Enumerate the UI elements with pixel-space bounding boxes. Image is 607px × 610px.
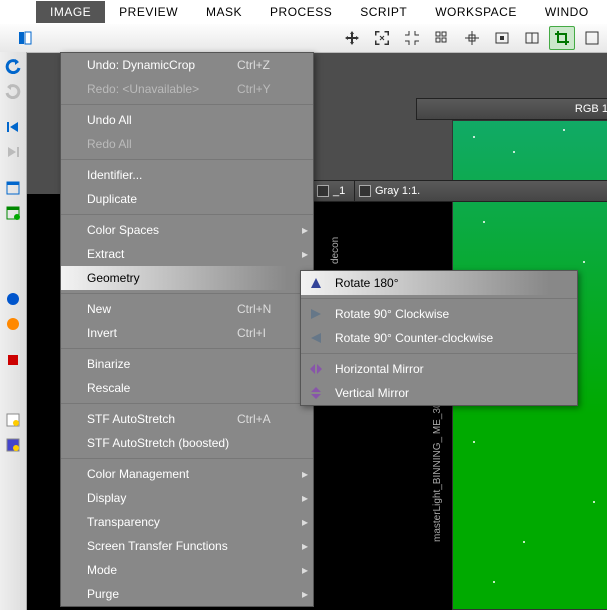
- toolbar-last-icon[interactable]: [579, 26, 605, 50]
- menu-invert[interactable]: InvertCtrl+I: [61, 321, 313, 345]
- menu-color-management[interactable]: Color Management▸: [61, 462, 313, 486]
- skip-forward-icon[interactable]: [2, 141, 24, 163]
- submenu-vertical-mirror[interactable]: Vertical Mirror: [301, 381, 577, 405]
- menu-purge[interactable]: Purge▸: [61, 582, 313, 606]
- gray-window-title[interactable]: Gray 1:1.: [354, 180, 607, 202]
- menu-mode[interactable]: Mode▸: [61, 558, 313, 582]
- grid-icon[interactable]: [429, 26, 455, 50]
- menubar-item-script[interactable]: SCRIPT: [346, 1, 421, 23]
- menu-redo: Redo: <Unavailable>Ctrl+Y: [61, 77, 313, 101]
- menu-undo-all[interactable]: Undo All: [61, 108, 313, 132]
- menu-transparency[interactable]: Transparency▸: [61, 510, 313, 534]
- window-menu-icon[interactable]: [317, 185, 329, 197]
- crop-icon[interactable]: [549, 26, 575, 50]
- menu-new[interactable]: NewCtrl+N: [61, 297, 313, 321]
- menu-undo[interactable]: Undo: DynamicCropCtrl+Z: [61, 53, 313, 77]
- rgb-window-title[interactable]: RGB 1:: [416, 98, 607, 120]
- toolbar: [0, 24, 607, 53]
- menubar-item-window[interactable]: WINDO: [531, 1, 603, 23]
- menubar: IMAGE PREVIEW MASK PROCESS SCRIPT WORKSP…: [0, 0, 607, 25]
- center-icon[interactable]: [459, 26, 485, 50]
- menu-duplicate[interactable]: Duplicate: [61, 187, 313, 211]
- rotate-180-icon: [301, 276, 331, 290]
- submenu-horizontal-mirror[interactable]: Horizontal Mirror: [301, 357, 577, 381]
- horizontal-mirror-icon: [301, 362, 331, 376]
- orange-blob-icon[interactable]: [2, 313, 24, 335]
- rotate-90-ccw-icon: [301, 331, 331, 345]
- left-toolbar: [0, 52, 27, 610]
- stretch-boost-icon[interactable]: [2, 434, 24, 456]
- redo-icon[interactable]: [2, 80, 24, 102]
- toolbar-workspace-icon[interactable]: [12, 26, 38, 50]
- menu-geometry[interactable]: Geometry▸: [61, 266, 313, 290]
- panel-green-icon[interactable]: [2, 202, 24, 224]
- undo-icon[interactable]: [2, 55, 24, 77]
- red-square-icon[interactable]: [2, 349, 24, 371]
- geometry-submenu: Rotate 180° Rotate 90° Clockwise Rotate …: [300, 270, 578, 406]
- rotate-90-cw-icon: [301, 307, 331, 321]
- under-window-title-text: _1: [333, 185, 345, 197]
- menu-screen-transfer-functions[interactable]: Screen Transfer Functions▸: [61, 534, 313, 558]
- under-window-title[interactable]: _1: [312, 180, 356, 202]
- blue-blob-icon[interactable]: [2, 288, 24, 310]
- menubar-item-preview[interactable]: PREVIEW: [105, 1, 192, 23]
- menubar-item-workspace[interactable]: WORKSPACE: [421, 1, 531, 23]
- move-icon[interactable]: [339, 26, 365, 50]
- panel-blue-icon[interactable]: [2, 177, 24, 199]
- collapse-icon[interactable]: [399, 26, 425, 50]
- menu-identifier[interactable]: Identifier...: [61, 163, 313, 187]
- menu-stf[interactable]: STF AutoStretchCtrl+A: [61, 407, 313, 431]
- menubar-item-process[interactable]: PROCESS: [256, 1, 346, 23]
- window-center-icon[interactable]: [489, 26, 515, 50]
- gray-window-title-text: Gray 1:1.: [375, 185, 420, 197]
- menu-rescale[interactable]: Rescale▸: [61, 376, 313, 400]
- skip-back-icon[interactable]: [2, 116, 24, 138]
- fit-icon[interactable]: [369, 26, 395, 50]
- menu-display[interactable]: Display▸: [61, 486, 313, 510]
- submenu-rotate-180[interactable]: Rotate 180°: [301, 271, 577, 295]
- window-layout-icon[interactable]: [519, 26, 545, 50]
- menu-stf-boosted[interactable]: STF AutoStretch (boosted): [61, 431, 313, 455]
- submenu-rotate-90-cw[interactable]: Rotate 90° Clockwise: [301, 302, 577, 326]
- menu-binarize[interactable]: Binarize: [61, 352, 313, 376]
- window-menu-icon[interactable]: [359, 185, 371, 197]
- decon-vtext: decon: [330, 204, 341, 264]
- stretch-icon[interactable]: [2, 409, 24, 431]
- rgb-window-title-text: RGB 1:: [575, 103, 607, 115]
- menu-extract[interactable]: Extract▸: [61, 242, 313, 266]
- menu-redo-all: Redo All: [61, 132, 313, 156]
- submenu-rotate-90-ccw[interactable]: Rotate 90° Counter-clockwise: [301, 326, 577, 350]
- vertical-mirror-icon: [301, 386, 331, 400]
- image-menu: Undo: DynamicCropCtrl+Z Redo: <Unavailab…: [60, 52, 314, 607]
- menubar-item-image[interactable]: IMAGE: [36, 1, 105, 23]
- menu-color-spaces[interactable]: Color Spaces▸: [61, 218, 313, 242]
- menubar-item-mask[interactable]: MASK: [192, 1, 256, 23]
